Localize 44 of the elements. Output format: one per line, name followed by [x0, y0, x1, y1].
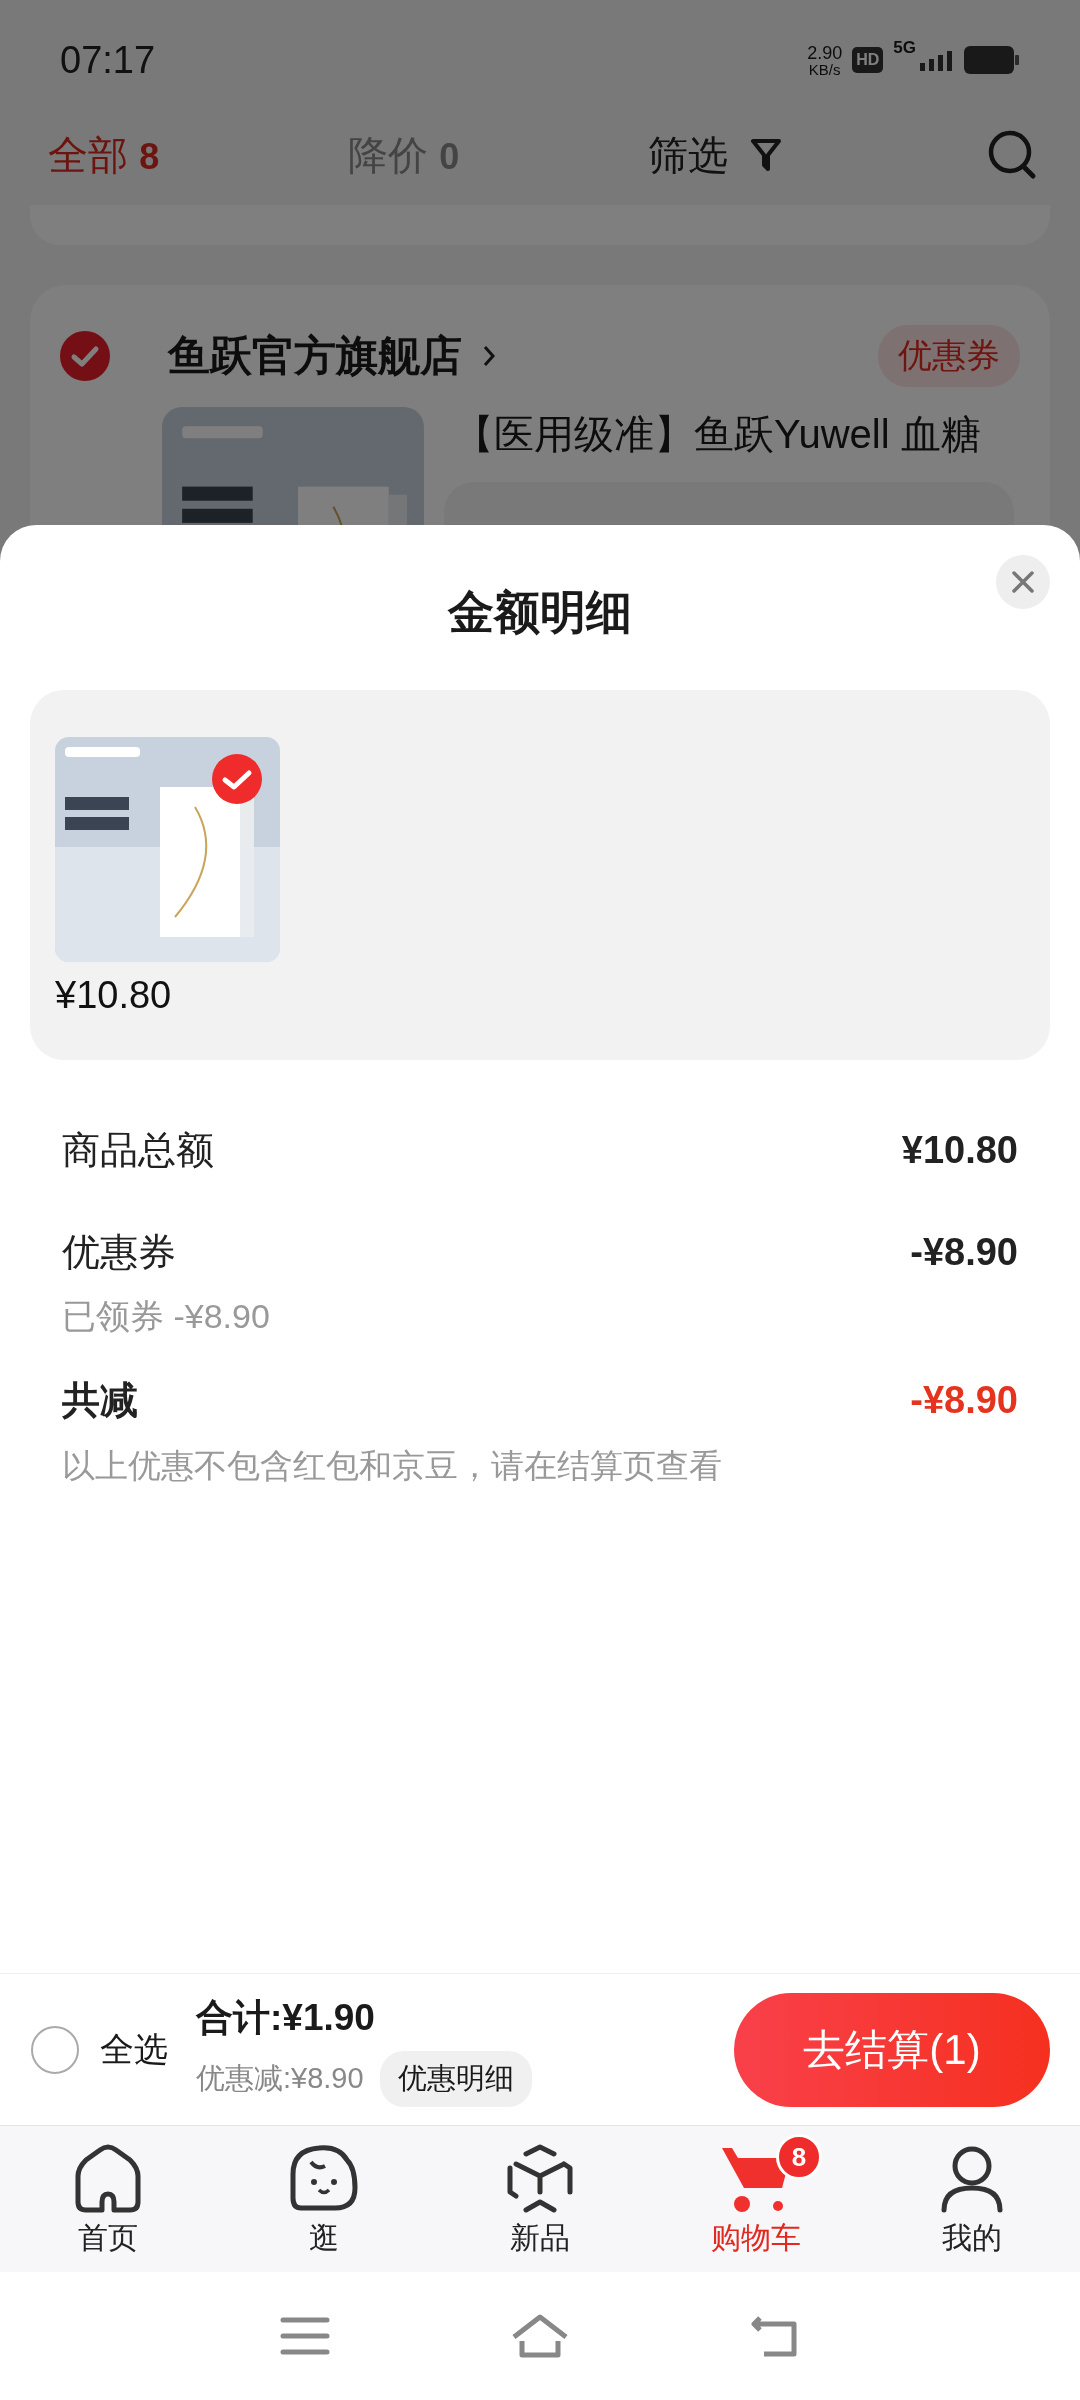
checkbox-icon[interactable]: [30, 2024, 80, 2075]
total-amount: 合计:¥1.90: [196, 1995, 376, 2040]
tab-bar-item[interactable]: 购物车 8: [648, 2126, 864, 2272]
product-title[interactable]: 【医用级准】鱼跃Yuwell 血糖: [454, 407, 1014, 462]
battery-icon: [964, 46, 1020, 74]
network-speed-unit: KB/s: [808, 61, 841, 77]
row-detail: 已领券 -¥8.90: [62, 1296, 271, 1337]
back-icon[interactable]: [750, 2314, 800, 2358]
filter-icon: [750, 137, 782, 173]
item-price: ¥10.80: [55, 974, 173, 1017]
face-icon: [289, 2144, 359, 2214]
row-label: 优惠券: [62, 1229, 176, 1275]
filter-tab[interactable]: 全部 8: [48, 127, 348, 183]
checkout-button[interactable]: 去结算(1): [734, 1992, 1050, 2107]
store-name[interactable]: 鱼跃官方旗舰店: [168, 328, 462, 384]
cube-icon: [506, 2144, 574, 2214]
checkbox-icon[interactable]: [60, 331, 110, 381]
tab-bar-item[interactable]: 我的: [864, 2126, 1080, 2272]
person-icon: [939, 2144, 1005, 2214]
status-time: 07:17: [60, 38, 156, 82]
signal-icon: [920, 49, 954, 71]
tab-bar-item[interactable]: 逛: [216, 2126, 432, 2272]
coupon-button[interactable]: 优惠券: [878, 325, 1020, 387]
hd-badge: HD: [852, 47, 884, 73]
discount-amount: 优惠减:¥8.90: [196, 2060, 364, 2096]
network-type: 5G: [893, 37, 916, 58]
menu-icon[interactable]: [280, 2316, 330, 2356]
row-value: ¥10.80: [901, 1128, 1018, 1172]
note-text: 以上优惠不包含红包和京豆，请在结算页查看: [62, 1446, 723, 1486]
row-value: -¥8.90: [910, 1230, 1018, 1274]
tab-bar-item[interactable]: 首页: [0, 2126, 216, 2272]
home-icon[interactable]: [510, 2313, 570, 2359]
filter-button[interactable]: 筛选: [648, 127, 728, 183]
cart-count-badge: 8: [776, 2134, 822, 2180]
tab-bar-item[interactable]: 新品: [432, 2126, 648, 2272]
row-value: -¥8.90: [910, 1378, 1018, 1422]
row-label: 共减: [62, 1377, 138, 1423]
sheet-title: 金额明细: [446, 585, 633, 640]
select-all-label[interactable]: 全选: [100, 2026, 168, 2073]
close-icon[interactable]: [996, 555, 1050, 609]
row-label: 商品总额: [62, 1127, 214, 1173]
discount-detail-button[interactable]: 优惠明细: [379, 2050, 532, 2107]
network-speed: 2.90: [807, 43, 843, 62]
chevron-icon: [482, 344, 496, 368]
